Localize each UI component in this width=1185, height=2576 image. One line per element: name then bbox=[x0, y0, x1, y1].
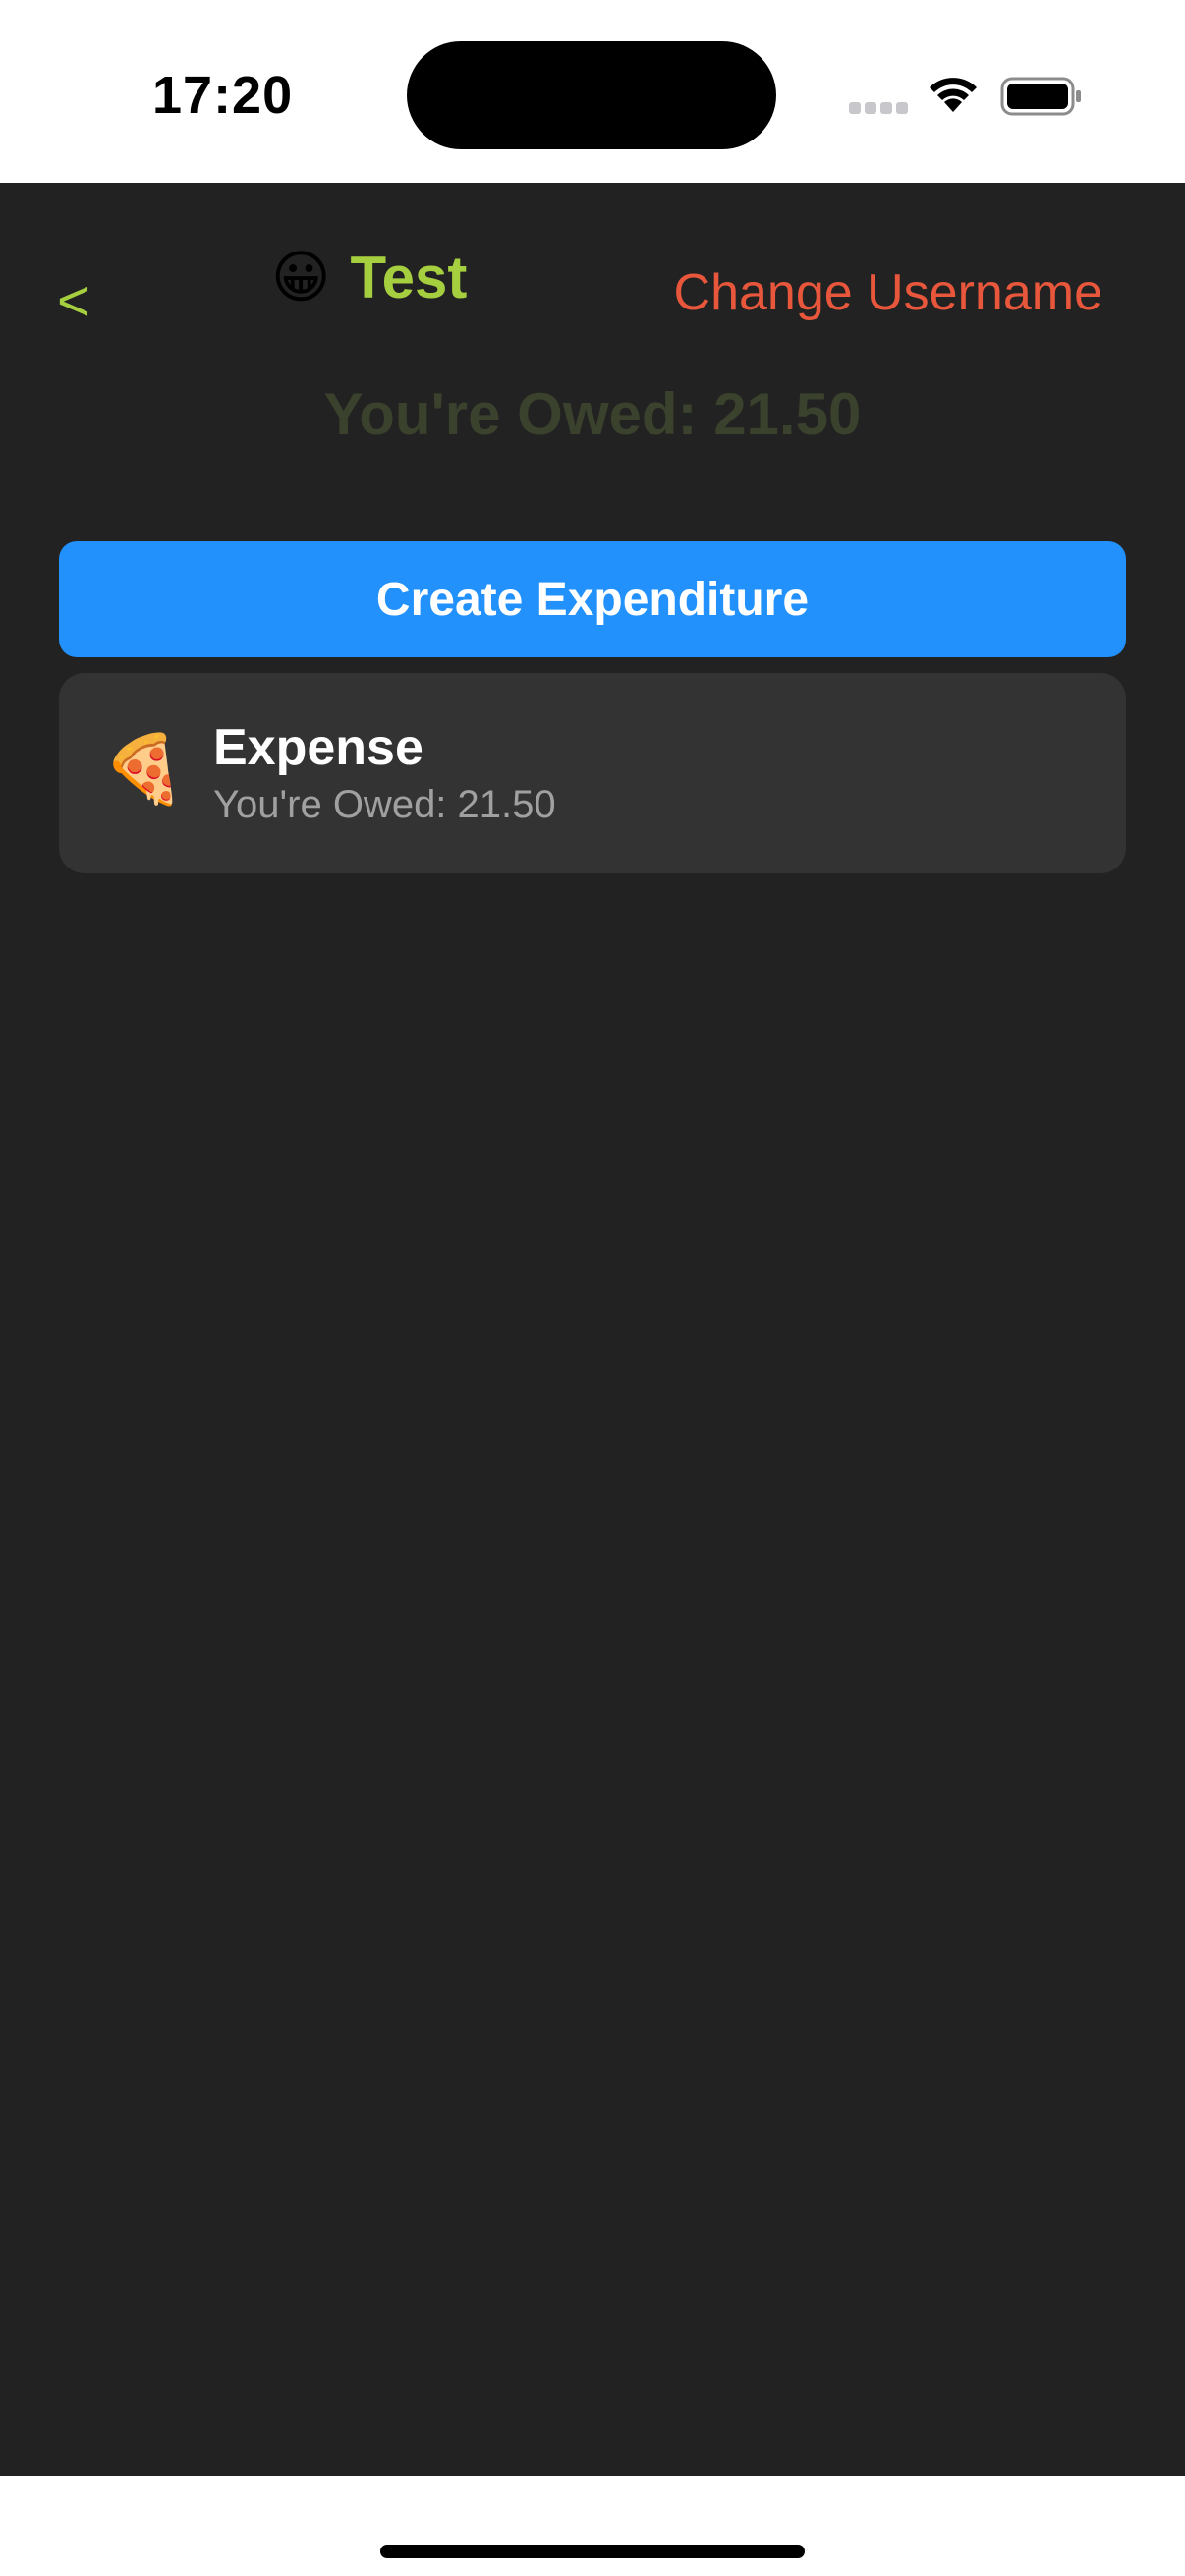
pizza-icon: 🍕 bbox=[102, 732, 186, 807]
change-username-button[interactable]: Change Username bbox=[674, 267, 1102, 318]
title-text: Test bbox=[350, 245, 468, 310]
status-time: 17:20 bbox=[152, 66, 294, 125]
wifi-icon bbox=[930, 78, 977, 112]
cellular-signal-icon bbox=[849, 102, 908, 116]
group-title: 😀 Test bbox=[271, 244, 467, 312]
status-bar: 17:20 bbox=[0, 0, 1185, 183]
home-indicator[interactable] bbox=[380, 2545, 805, 2558]
title-emoji-icon: 😀 bbox=[271, 246, 331, 309]
expense-title: Expense bbox=[213, 719, 423, 776]
dynamic-island bbox=[407, 41, 776, 149]
home-indicator-area bbox=[0, 2476, 1185, 2576]
expense-owed-amount: You're Owed: 21.50 bbox=[213, 783, 556, 826]
back-button[interactable]: < bbox=[57, 273, 90, 330]
battery-icon bbox=[1000, 77, 1081, 116]
create-expenditure-button[interactable]: Create Expenditure bbox=[59, 541, 1126, 657]
group-detail-screen: < 😀 Test Change Username You're Owed: 21… bbox=[0, 183, 1185, 2476]
owed-summary: You're Owed: 21.50 bbox=[323, 381, 862, 447]
expense-list-item[interactable]: 🍕 Expense You're Owed: 21.50 bbox=[59, 673, 1126, 873]
